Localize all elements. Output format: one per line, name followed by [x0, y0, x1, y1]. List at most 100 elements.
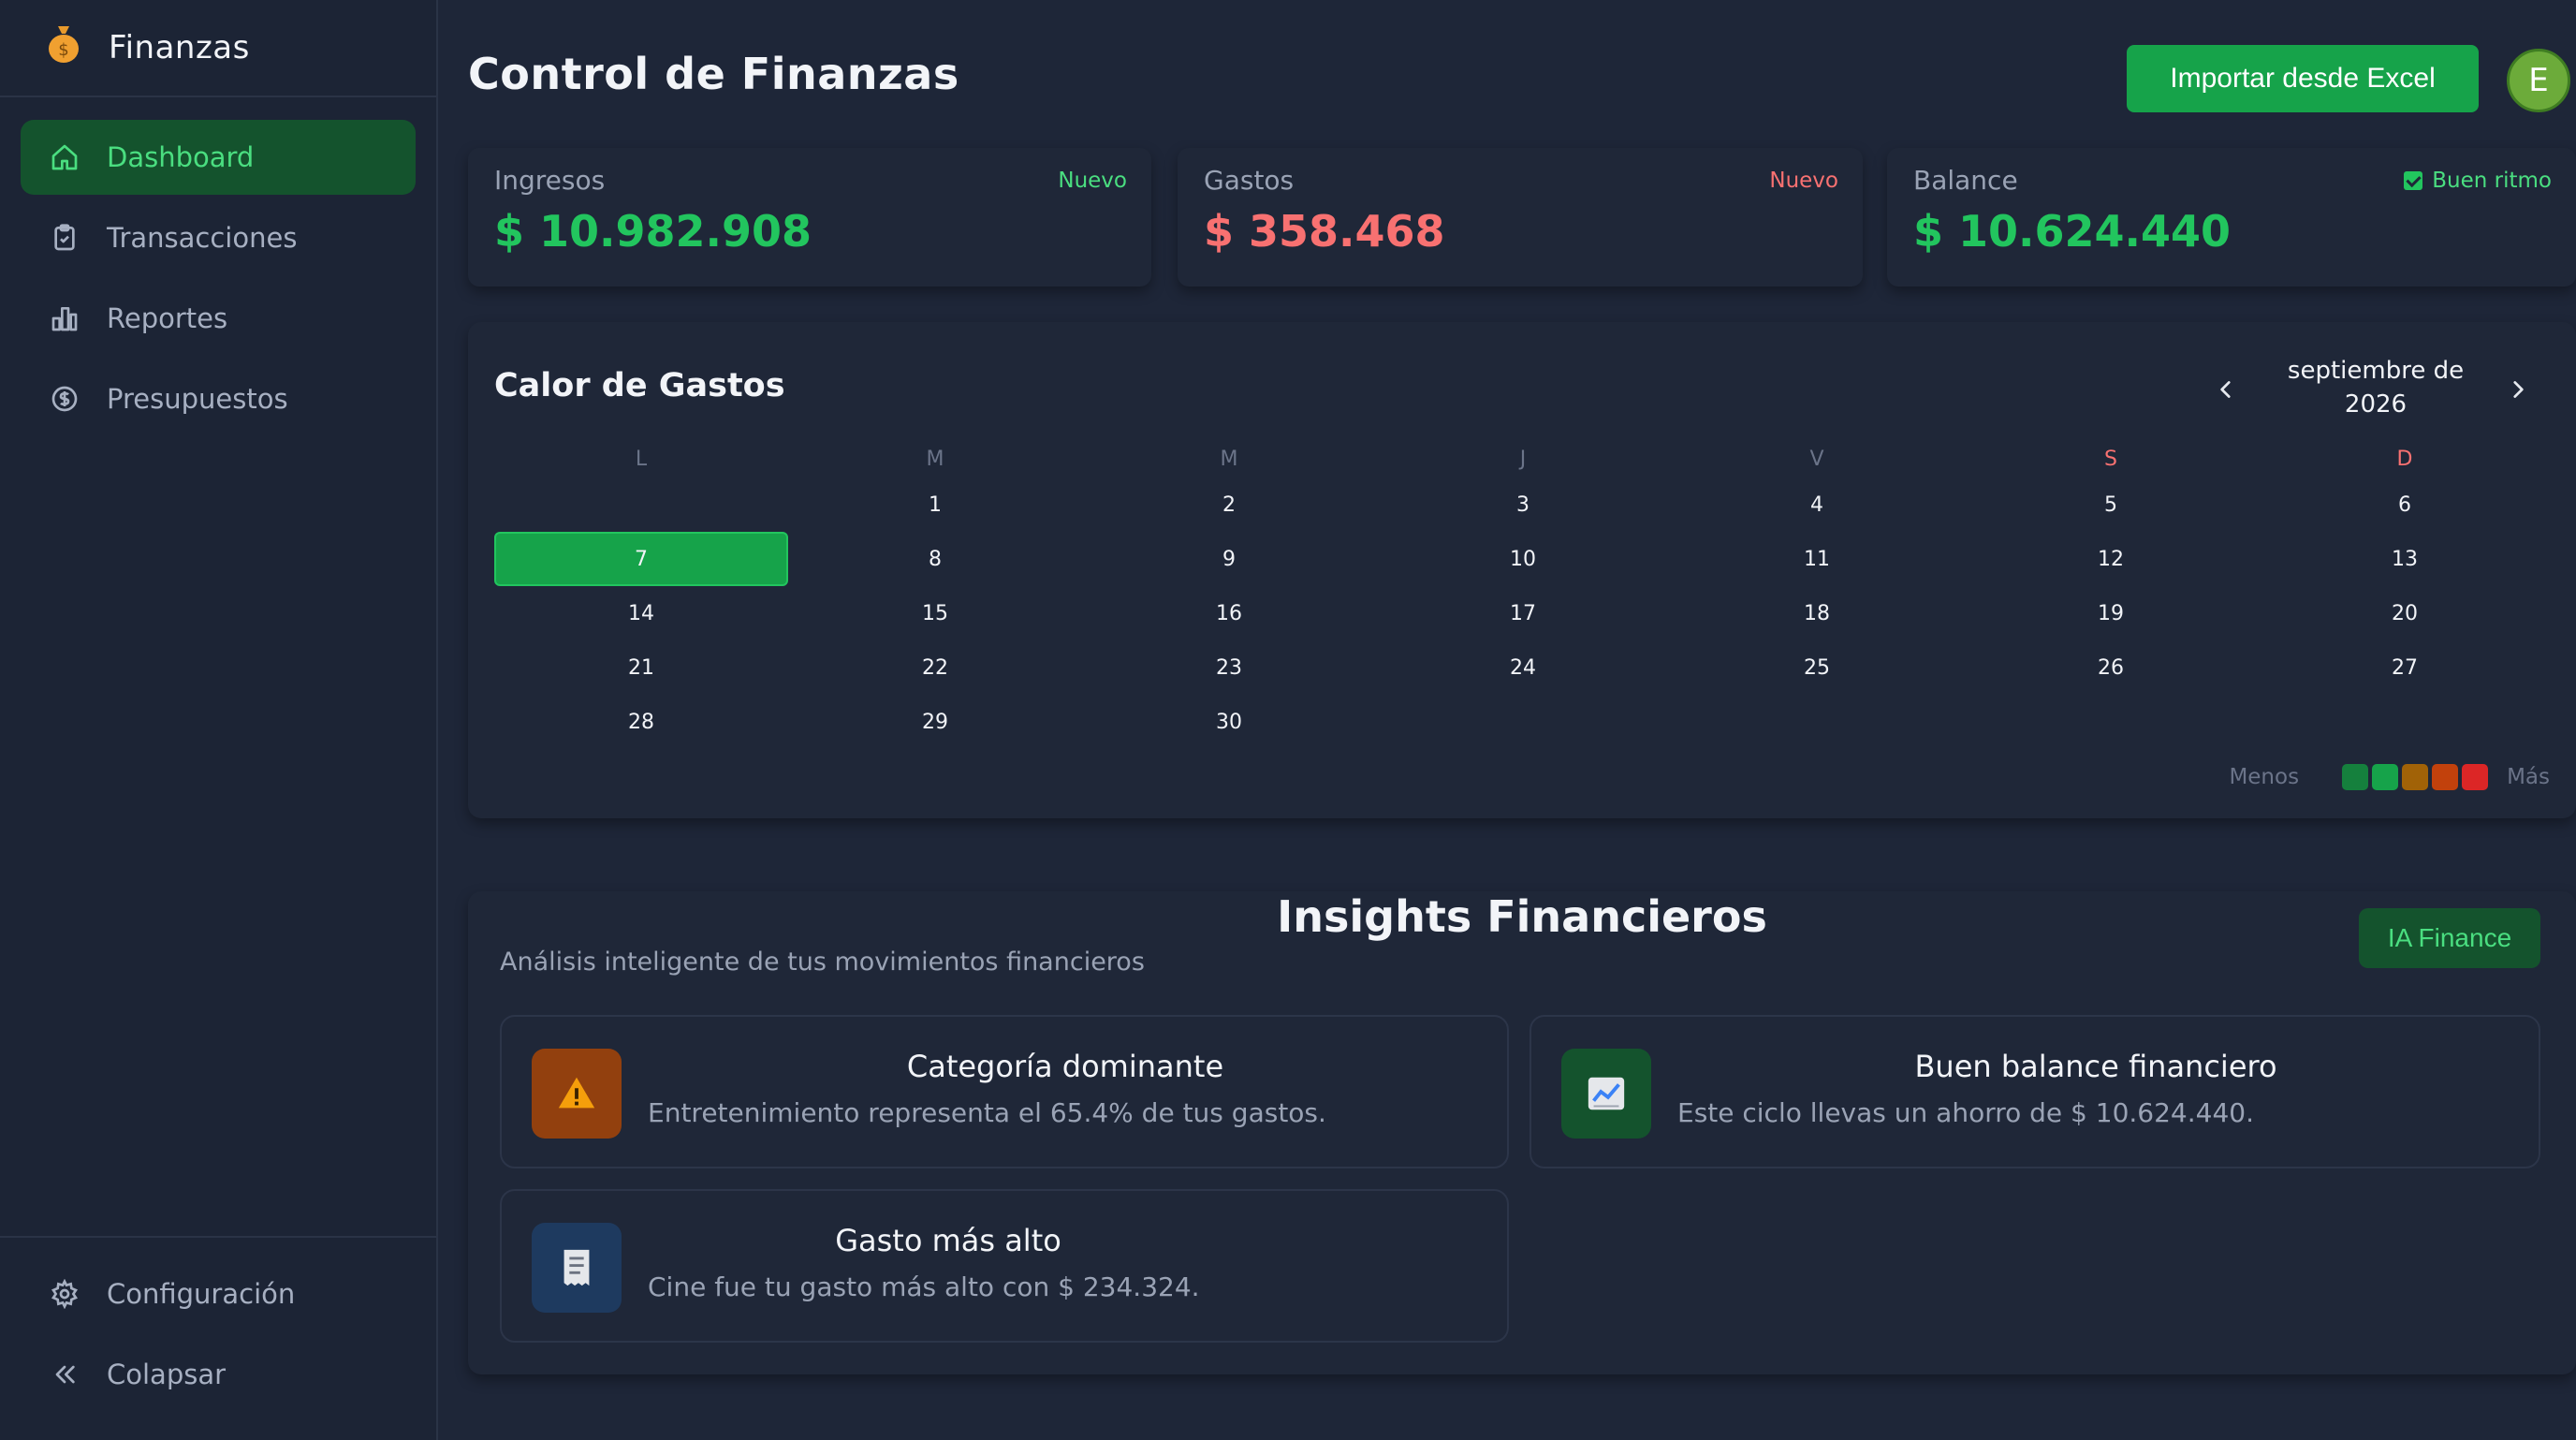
- collapse-button[interactable]: Colapsar: [21, 1337, 416, 1412]
- calendar-day[interactable]: 21: [494, 640, 788, 695]
- insight-title: Buen balance financiero: [1914, 1049, 2277, 1084]
- insight-text: Cine fue tu gasto más alto con $ 234.324…: [648, 1271, 1200, 1302]
- page-title: Control de Finanzas: [468, 49, 959, 99]
- calendar-day[interactable]: 2: [1082, 478, 1376, 532]
- stat-card-balance: Balance Buen ritmo $ 10.624.440: [1887, 148, 2576, 287]
- calendar-empty-cell: [1670, 695, 1964, 749]
- insight-text: Este ciclo llevas un ahorro de $ 10.624.…: [1677, 1097, 2254, 1128]
- calendar-day[interactable]: 3: [1376, 478, 1670, 532]
- calendar-day[interactable]: 9: [1082, 532, 1376, 586]
- sidebar-item-reportes[interactable]: Reportes: [21, 281, 416, 356]
- insight-card-dominant-category: Categoría dominante Entretenimiento repr…: [500, 1015, 1509, 1168]
- sidebar-item-presupuestos[interactable]: Presupuestos: [21, 361, 416, 436]
- sidebar-item-label: Presupuestos: [107, 383, 288, 415]
- legend-swatch: [2372, 764, 2399, 790]
- calendar-empty-cell: [2258, 695, 2552, 749]
- legend-swatch: [2402, 764, 2429, 790]
- sidebar-item-label: Transacciones: [107, 222, 298, 254]
- sidebar-nav: Dashboard Transacciones Reportes Presupu…: [0, 97, 436, 464]
- calendar-day[interactable]: 20: [2258, 586, 2552, 640]
- calendar-day[interactable]: 1: [788, 478, 1082, 532]
- heatmap-title: Calor de Gastos: [494, 367, 785, 404]
- previous-month-button[interactable]: [2205, 369, 2247, 410]
- sidebar-item-label: Dashboard: [107, 141, 255, 173]
- calendar-day[interactable]: 19: [1964, 586, 2258, 640]
- calendar-day[interactable]: 23: [1082, 640, 1376, 695]
- calendar-day[interactable]: 18: [1670, 586, 1964, 640]
- weekday-header: L: [635, 447, 648, 471]
- brand-name: Finanzas: [109, 29, 250, 66]
- calendar-day[interactable]: 28: [494, 695, 788, 749]
- calendar-day[interactable]: 10: [1376, 532, 1670, 586]
- gear-icon: [49, 1278, 80, 1310]
- calendar-day[interactable]: 7: [494, 532, 788, 586]
- calendar-day[interactable]: 17: [1376, 586, 1670, 640]
- insight-title: Gasto más alto: [835, 1223, 1061, 1258]
- bar-chart-icon: [49, 302, 80, 334]
- stat-label: Ingresos: [494, 165, 606, 196]
- insight-title: Categoría dominante: [906, 1049, 1224, 1084]
- status-badge-text: Buen ritmo: [2432, 169, 2552, 193]
- sidebar-item-label: Reportes: [107, 302, 228, 334]
- avatar[interactable]: E: [2507, 49, 2570, 112]
- calendar-day[interactable]: 16: [1082, 586, 1376, 640]
- sidebar-item-label: Colapsar: [107, 1359, 227, 1390]
- legend-more-label: Más: [2507, 765, 2550, 789]
- calendar-day[interactable]: 27: [2258, 640, 2552, 695]
- sidebar-item-transacciones[interactable]: Transacciones: [21, 200, 416, 275]
- calendar-day[interactable]: 24: [1376, 640, 1670, 695]
- legend-swatch: [2432, 764, 2459, 790]
- insight-card-good-balance: Buen balance financiero Este ciclo lleva…: [1530, 1015, 2540, 1168]
- calendar-day[interactable]: 29: [788, 695, 1082, 749]
- calendar-day[interactable]: 13: [2258, 532, 2552, 586]
- dollar-circle-icon: [49, 383, 80, 415]
- next-month-button[interactable]: [2497, 369, 2539, 410]
- svg-text:$: $: [58, 40, 68, 60]
- calendar-day[interactable]: 22: [788, 640, 1082, 695]
- chevron-right-icon: [2513, 381, 2524, 398]
- sidebar: $ Finanzas Dashboard Transacciones Repor…: [0, 0, 438, 1440]
- calendar-empty-cell: [494, 478, 788, 532]
- status-badge: Buen ritmo: [2404, 169, 2552, 193]
- legend-less-label: Menos: [2229, 765, 2300, 789]
- calendar-day[interactable]: 11: [1670, 532, 1964, 586]
- sidebar-item-dashboard[interactable]: Dashboard: [21, 120, 416, 195]
- calendar-day[interactable]: 6: [2258, 478, 2552, 532]
- weekday-header: S: [2104, 447, 2117, 471]
- insights-subtitle: Análisis inteligente de tus movimientos …: [500, 948, 1145, 977]
- calendar-day[interactable]: 25: [1670, 640, 1964, 695]
- calendar-day[interactable]: 26: [1964, 640, 2258, 695]
- import-excel-button[interactable]: Importar desde Excel: [2127, 45, 2479, 112]
- ia-finance-button[interactable]: IA Finance: [2359, 908, 2540, 968]
- trending-up-chart-icon: [1561, 1049, 1651, 1139]
- calendar-day[interactable]: 15: [788, 586, 1082, 640]
- year-label: 2026: [2344, 390, 2408, 419]
- brand: $ Finanzas: [0, 0, 436, 97]
- weekday-header: M: [1220, 447, 1238, 471]
- calendar-day[interactable]: 8: [788, 532, 1082, 586]
- calendar-day[interactable]: 12: [1964, 532, 2258, 586]
- weekday-header: V: [1809, 447, 1824, 471]
- sidebar-footer: Configuración Colapsar: [0, 1236, 436, 1440]
- home-icon: [49, 141, 80, 173]
- weekday-header: D: [2396, 447, 2413, 471]
- money-bag-icon: $: [43, 22, 84, 73]
- calendar-day[interactable]: 14: [494, 586, 788, 640]
- calendar-day[interactable]: 4: [1670, 478, 1964, 532]
- calendar-day[interactable]: 30: [1082, 695, 1376, 749]
- chevron-left-icon: [2220, 381, 2231, 398]
- calendar-day[interactable]: 5: [1964, 478, 2258, 532]
- sidebar-item-configuracion[interactable]: Configuración: [21, 1256, 416, 1331]
- stat-value: $ 10.982.908: [494, 206, 812, 257]
- insights-title-text: Insights Financieros: [1277, 891, 1767, 942]
- calendar-empty-cell: [1376, 695, 1670, 749]
- insight-card-highest-expense: Gasto más alto Cine fue tu gasto más alt…: [500, 1189, 1509, 1343]
- legend-swatch: [2342, 764, 2369, 790]
- status-badge: Nuevo: [1769, 169, 1838, 193]
- month-label: septiembre de: [2287, 357, 2465, 385]
- insights-panel: Insights Financieros Análisis inteligent…: [468, 891, 2576, 1374]
- legend-swatch: [2462, 764, 2489, 790]
- double-chevron-left-icon: [49, 1359, 80, 1390]
- stat-value: $ 358.468: [1204, 206, 1445, 257]
- warning-icon: [532, 1049, 622, 1139]
